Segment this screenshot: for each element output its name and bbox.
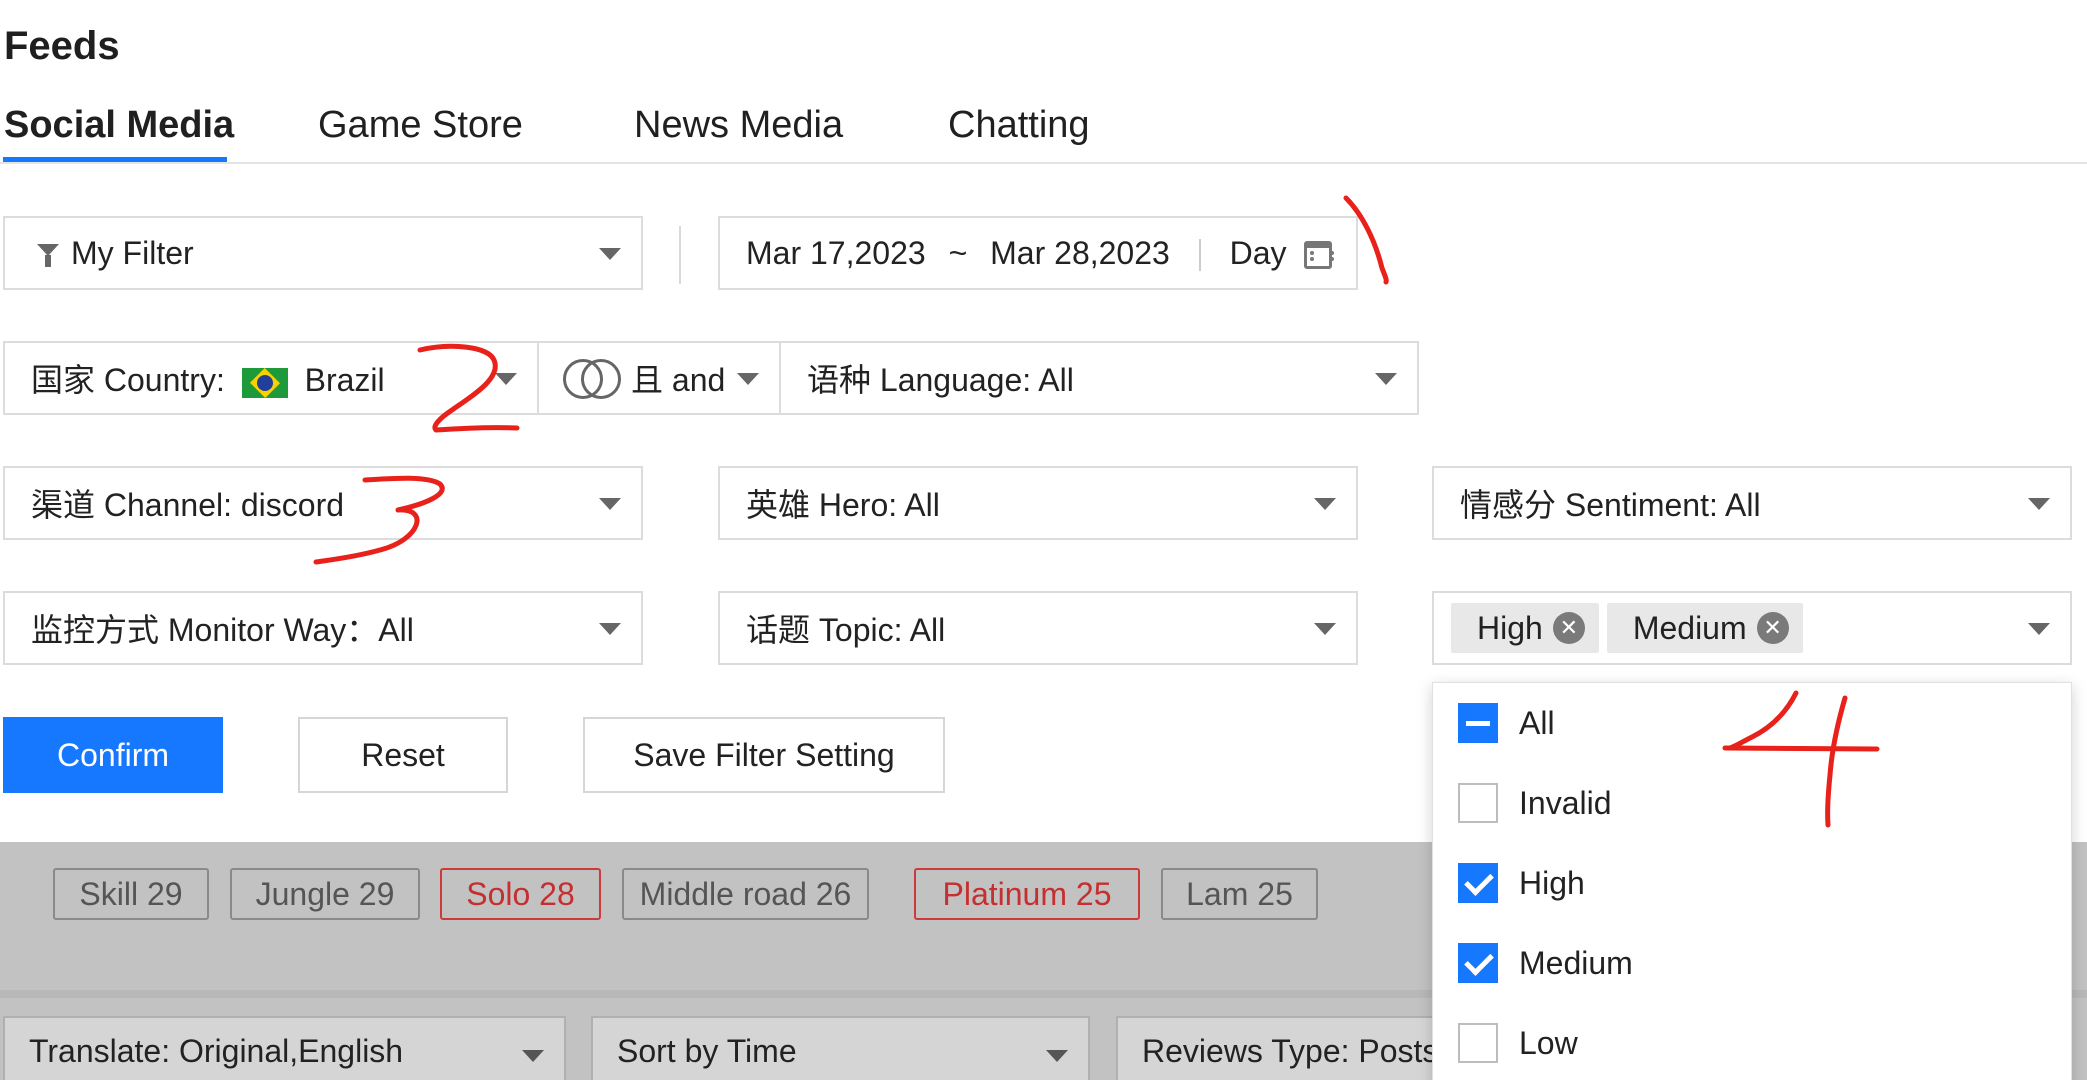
- checkbox[interactable]: [1458, 783, 1498, 823]
- chevron-down-icon: [522, 1050, 544, 1062]
- date-range-picker[interactable]: Mar 17,2023 ~ Mar 28,2023 Day: [718, 216, 1358, 290]
- chevron-down-icon: [599, 248, 621, 260]
- hero-value: 英雄 Hero: All: [746, 487, 940, 523]
- page-title: Feeds: [4, 24, 120, 68]
- confirm-button[interactable]: Confirm: [3, 717, 223, 793]
- chip-label: Medium: [1632, 609, 1747, 646]
- keyword-tag[interactable]: Lam 25: [1161, 868, 1318, 920]
- country-value: Brazil: [304, 362, 385, 398]
- selected-chip: Medium ✕: [1606, 603, 1803, 653]
- option-high[interactable]: High: [1433, 843, 2073, 923]
- chip-label: High: [1477, 609, 1543, 646]
- checkbox-checked[interactable]: [1458, 943, 1498, 983]
- save-filter-button[interactable]: Save Filter Setting: [583, 717, 945, 793]
- reset-button[interactable]: Reset: [298, 717, 508, 793]
- sort-select[interactable]: Sort by Time: [591, 1016, 1090, 1080]
- option-medium[interactable]: Medium: [1433, 923, 2073, 1003]
- selected-chip: High ✕: [1451, 603, 1599, 653]
- my-filter-label: My Filter: [71, 234, 194, 271]
- translate-select[interactable]: Translate: Original,English: [3, 1016, 566, 1080]
- date-range-separator: ~: [948, 234, 968, 271]
- tab-game-store[interactable]: Game Store: [318, 104, 523, 147]
- language-value: 语种 Language: All: [807, 362, 1074, 398]
- chevron-down-icon: [1046, 1050, 1068, 1062]
- close-icon[interactable]: ✕: [1552, 612, 1585, 644]
- translate-value: Translate: Original,English: [29, 1032, 404, 1069]
- chevron-down-icon: [495, 373, 517, 385]
- divider: [679, 226, 681, 284]
- date-end[interactable]: Mar 28,2023: [990, 235, 1170, 271]
- chevron-down-icon: [1314, 498, 1336, 510]
- tab-news-media[interactable]: News Media: [634, 104, 843, 147]
- keyword-tag[interactable]: Middle road 26: [622, 868, 869, 920]
- option-label: Medium: [1519, 944, 1633, 981]
- intersection-icon: [563, 359, 623, 399]
- option-label: Invalid: [1519, 784, 1612, 821]
- monitor-way-value: 监控方式 Monitor Way：All: [31, 612, 414, 648]
- tab-bar: Social Media Game Store News Media Chatt…: [0, 98, 2087, 164]
- option-label: All: [1519, 704, 1555, 741]
- option-label: High: [1519, 864, 1585, 901]
- chevron-down-icon: [599, 623, 621, 635]
- country-label: 国家 Country:: [31, 362, 225, 398]
- monitor-way-select[interactable]: 监控方式 Monitor Way：All: [3, 591, 643, 665]
- keyword-tag[interactable]: Platinum 25: [914, 868, 1140, 920]
- reviews-type-select[interactable]: Reviews Type: Posts: [1116, 1016, 1446, 1080]
- channel-select[interactable]: 渠道 Channel: discord: [3, 466, 643, 540]
- reviews-type-value: Reviews Type: Posts: [1142, 1032, 1439, 1069]
- filter-icon: [37, 244, 59, 267]
- keyword-tag[interactable]: Solo 28: [440, 868, 601, 920]
- chevron-down-icon: [599, 498, 621, 510]
- chevron-down-icon: [737, 373, 759, 385]
- topic-select[interactable]: 话题 Topic: All: [718, 591, 1358, 665]
- granularity-label[interactable]: Day: [1230, 235, 1287, 271]
- channel-value: 渠道 Channel: discord: [31, 487, 345, 523]
- sort-value: Sort by Time: [617, 1032, 797, 1069]
- calendar-icon[interactable]: [1304, 241, 1334, 269]
- language-select[interactable]: 语种 Language: All: [779, 341, 1419, 415]
- keyword-tag[interactable]: Jungle 29: [230, 868, 420, 920]
- option-low[interactable]: Low: [1433, 1003, 2073, 1080]
- option-all[interactable]: All: [1433, 683, 2073, 763]
- sentiment-select[interactable]: 情感分 Sentiment: All: [1432, 466, 2072, 540]
- keyword-tag[interactable]: Skill 29: [53, 868, 209, 920]
- my-filter-select[interactable]: My Filter: [3, 216, 643, 290]
- active-tab-indicator: [3, 157, 227, 162]
- chevron-down-icon: [1375, 373, 1397, 385]
- country-select[interactable]: 国家 Country: Brazil: [3, 341, 539, 415]
- divider: [1198, 239, 1201, 272]
- chevron-down-icon: [2028, 498, 2050, 510]
- chevron-down-icon: [2028, 623, 2050, 635]
- level-dropdown-menu: All Invalid High Medium Low: [1432, 682, 2072, 1080]
- checkbox-partial[interactable]: [1458, 703, 1498, 743]
- option-invalid[interactable]: Invalid: [1433, 763, 2073, 843]
- chevron-down-icon: [1314, 623, 1336, 635]
- close-icon[interactable]: ✕: [1756, 612, 1789, 644]
- logic-select[interactable]: 且 and: [537, 341, 781, 415]
- level-multiselect[interactable]: High ✕ Medium ✕: [1432, 591, 2072, 665]
- brazil-flag-icon: [241, 367, 288, 398]
- option-label: Low: [1519, 1024, 1578, 1061]
- topic-value: 话题 Topic: All: [746, 612, 946, 648]
- checkbox-checked[interactable]: [1458, 863, 1498, 903]
- sentiment-value: 情感分 Sentiment: All: [1460, 487, 1761, 523]
- checkbox[interactable]: [1458, 1023, 1498, 1063]
- tab-social-media[interactable]: Social Media: [4, 104, 234, 147]
- date-start[interactable]: Mar 17,2023: [746, 235, 926, 271]
- tab-chatting[interactable]: Chatting: [948, 104, 1090, 147]
- hero-select[interactable]: 英雄 Hero: All: [718, 466, 1358, 540]
